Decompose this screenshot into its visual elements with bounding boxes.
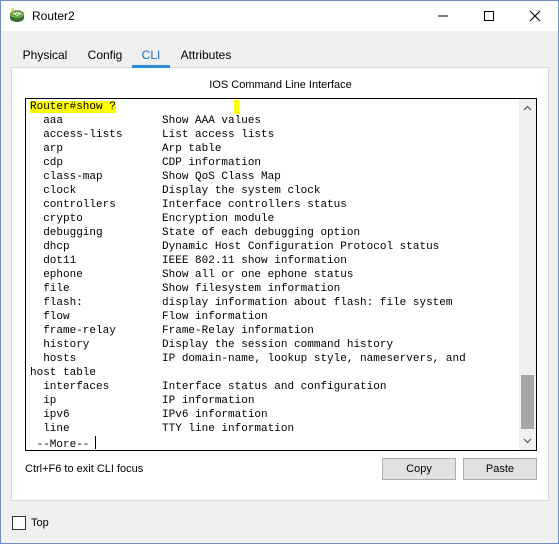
minimize-icon bbox=[438, 15, 448, 17]
terminal-line: dhcp Dynamic Host Configuration Protocol… bbox=[30, 241, 440, 253]
scroll-thumb[interactable] bbox=[521, 375, 534, 429]
terminal-line: debugging State of each debugging option bbox=[30, 227, 361, 239]
terminal-line: line TTY line information bbox=[30, 423, 295, 435]
close-icon bbox=[529, 10, 541, 22]
terminal-line: controllers Interface controllers status bbox=[30, 199, 347, 211]
minimize-button[interactable] bbox=[420, 1, 466, 31]
router-window: Router2 Physical Config CLI Attributes I… bbox=[0, 0, 559, 544]
scroll-up-button[interactable] bbox=[519, 101, 536, 115]
terminal-line: cdp CDP information bbox=[30, 157, 262, 169]
top-checkbox-label: Top bbox=[31, 517, 49, 529]
terminal-line: ephone Show all or one ephone status bbox=[30, 269, 354, 281]
paste-button[interactable]: Paste bbox=[463, 458, 537, 480]
terminal-prompt: Router#show ? bbox=[30, 101, 116, 113]
terminal-line: flow Flow information bbox=[30, 311, 268, 323]
more-prompt: --More-- bbox=[30, 439, 90, 451]
terminal-output: Router#show ? aaa Show AAA values access… bbox=[30, 100, 466, 451]
terminal-line: interfaces Interface status and configur… bbox=[30, 381, 387, 393]
chevron-up-icon bbox=[523, 105, 532, 111]
title-bar[interactable]: Router2 bbox=[1, 1, 558, 31]
terminal-line: ipv6 IPv6 information bbox=[30, 409, 268, 421]
terminal-line: arp Arp table bbox=[30, 143, 222, 155]
cli-focus-hint: Ctrl+F6 to exit CLI focus bbox=[25, 463, 144, 475]
router-icon bbox=[8, 7, 26, 25]
terminal-line: flash: display information about flash: … bbox=[30, 297, 453, 309]
window-title: Router2 bbox=[32, 9, 75, 23]
terminal-line: hosts IP domain-name, lookup style, name… bbox=[30, 353, 466, 365]
tab-attributes[interactable]: Attributes bbox=[176, 43, 236, 67]
close-button[interactable] bbox=[512, 1, 558, 31]
scroll-down-button[interactable] bbox=[519, 434, 536, 448]
panel-title: IOS Command Line Interface bbox=[209, 79, 352, 91]
tab-cli[interactable]: CLI bbox=[132, 43, 170, 67]
terminal-line: frame-relay Frame-Relay information bbox=[30, 325, 314, 337]
terminal-line: aaa Show AAA values bbox=[30, 115, 262, 127]
terminal-line: host table bbox=[30, 367, 97, 379]
terminal-line: access-lists List access lists bbox=[30, 129, 275, 141]
terminal-line: dot11 IEEE 802.11 show information bbox=[30, 255, 347, 267]
terminal-line: ip IP information bbox=[30, 395, 255, 407]
copy-button[interactable]: Copy bbox=[382, 458, 456, 480]
tab-config[interactable]: Config bbox=[83, 43, 127, 67]
chevron-down-icon bbox=[523, 438, 532, 444]
terminal-line: history Display the session command hist… bbox=[30, 339, 394, 351]
terminal-line: class-map Show QoS Class Map bbox=[30, 171, 281, 183]
active-tab-indicator bbox=[132, 65, 170, 68]
terminal-line: crypto Encryption module bbox=[30, 213, 275, 225]
text-cursor bbox=[95, 436, 97, 449]
vertical-scrollbar[interactable] bbox=[519, 99, 536, 450]
top-checkbox[interactable] bbox=[12, 516, 26, 530]
cli-terminal[interactable]: Router#show ? aaa Show AAA values access… bbox=[25, 98, 537, 451]
terminal-line: file Show filesystem information bbox=[30, 283, 341, 295]
maximize-button[interactable] bbox=[466, 1, 512, 31]
terminal-line: clock Display the system clock bbox=[30, 185, 321, 197]
maximize-icon bbox=[484, 11, 494, 21]
tab-physical[interactable]: Physical bbox=[13, 43, 77, 67]
